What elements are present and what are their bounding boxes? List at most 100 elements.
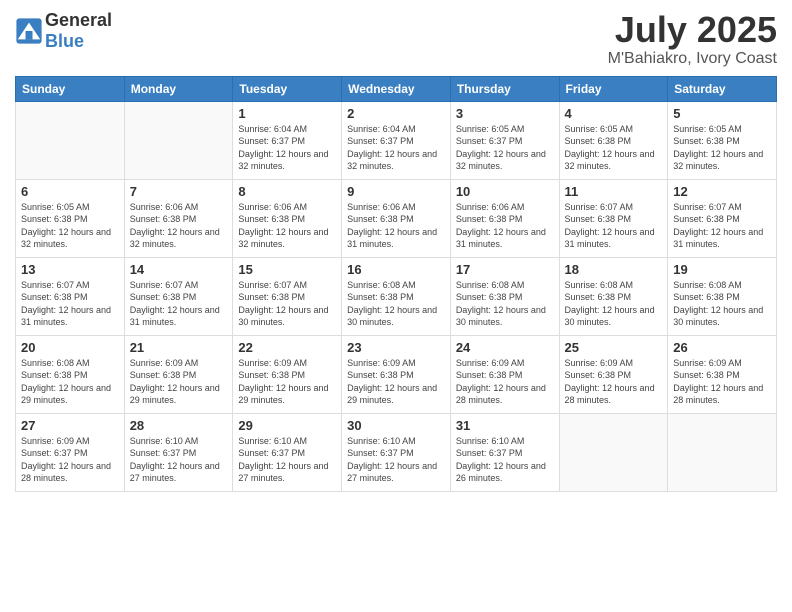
day-number: 15 (238, 262, 336, 277)
title-block: July 2025 M'Bahiakro, Ivory Coast (608, 10, 777, 68)
calendar-cell: 23 Sunrise: 6:09 AMSunset: 6:38 PMDayligh… (342, 335, 451, 413)
day-number: 22 (238, 340, 336, 355)
page: General Blue July 2025 M'Bahiakro, Ivory… (0, 0, 792, 612)
week-row-3: 13 Sunrise: 6:07 AMSunset: 6:38 PMDayligh… (16, 257, 777, 335)
day-number: 30 (347, 418, 445, 433)
day-number: 7 (130, 184, 228, 199)
calendar-cell: 8Sunrise: 6:06 AMSunset: 6:38 PMDaylight… (233, 179, 342, 257)
main-title: July 2025 (608, 10, 777, 50)
day-detail: Sunrise: 6:08 AMSunset: 6:38 PMDaylight:… (347, 279, 445, 329)
header: General Blue July 2025 M'Bahiakro, Ivory… (15, 10, 777, 68)
calendar-cell: 16 Sunrise: 6:08 AMSunset: 6:38 PMDayligh… (342, 257, 451, 335)
calendar-cell: 3Sunrise: 6:05 AMSunset: 6:37 PMDaylight… (450, 101, 559, 179)
day-number: 9 (347, 184, 445, 199)
week-row-5: 27Sunrise: 6:09 AMSunset: 6:37 PMDayligh… (16, 413, 777, 491)
day-number: 8 (238, 184, 336, 199)
calendar-cell: 21Sunrise: 6:09 AMSunset: 6:38 PMDayligh… (124, 335, 233, 413)
calendar-cell: 10 Sunrise: 6:06 AMSunset: 6:38 PMDayligh… (450, 179, 559, 257)
day-detail: Sunrise: 6:10 AMSunset: 6:37 PMDaylight:… (347, 435, 445, 485)
day-number: 29 (238, 418, 336, 433)
day-number: 17 (456, 262, 554, 277)
calendar-cell: 6 Sunrise: 6:05 AMSunset: 6:38 PMDaylight… (16, 179, 125, 257)
day-number: 20 (21, 340, 119, 355)
calendar-cell: 28 Sunrise: 6:10 AMSunset: 6:37 PMDayligh… (124, 413, 233, 491)
logo-icon (15, 17, 43, 45)
logo-text: General Blue (45, 10, 112, 52)
calendar-cell: 30 Sunrise: 6:10 AMSunset: 6:37 PMDayligh… (342, 413, 451, 491)
day-detail: Sunrise: 6:09 AMSunset: 6:38 PMDaylight:… (347, 357, 445, 407)
day-number: 18 (565, 262, 663, 277)
day-detail: Sunrise: 6:08 AMSunset: 6:38 PMDaylight:… (565, 279, 663, 329)
calendar-cell: 12 Sunrise: 6:07 AMSunset: 6:38 PMDayligh… (668, 179, 777, 257)
calendar-cell (124, 101, 233, 179)
calendar: SundayMondayTuesdayWednesdayThursdayFrid… (15, 76, 777, 492)
day-number: 6 (21, 184, 119, 199)
calendar-cell: 5Sunrise: 6:05 AMSunset: 6:38 PMDaylight… (668, 101, 777, 179)
day-number: 28 (130, 418, 228, 433)
calendar-cell: 17 Sunrise: 6:08 AMSunset: 6:38 PMDayligh… (450, 257, 559, 335)
day-detail: Sunrise: 6:07 AMSunset: 6:38 PMDaylight:… (673, 201, 771, 251)
day-number: 1 (238, 106, 336, 121)
calendar-cell: 7 Sunrise: 6:06 AMSunset: 6:38 PMDaylight… (124, 179, 233, 257)
day-detail: Sunrise: 6:08 AMSunset: 6:38 PMDaylight:… (456, 279, 554, 329)
calendar-cell: 11 Sunrise: 6:07 AMSunset: 6:38 PMDayligh… (559, 179, 668, 257)
day-number: 11 (565, 184, 663, 199)
calendar-cell: 25 Sunrise: 6:09 AMSunset: 6:38 PMDayligh… (559, 335, 668, 413)
weekday-header-wednesday: Wednesday (342, 76, 451, 101)
calendar-cell (16, 101, 125, 179)
week-row-4: 20Sunrise: 6:08 AMSunset: 6:38 PMDayligh… (16, 335, 777, 413)
logo-general: General (45, 10, 112, 30)
week-row-1: 1 Sunrise: 6:04 AMSunset: 6:37 PMDaylight… (16, 101, 777, 179)
calendar-cell (668, 413, 777, 491)
day-number: 24 (456, 340, 554, 355)
day-number: 25 (565, 340, 663, 355)
calendar-cell: 27Sunrise: 6:09 AMSunset: 6:37 PMDayligh… (16, 413, 125, 491)
subtitle: M'Bahiakro, Ivory Coast (608, 50, 777, 68)
logo: General Blue (15, 10, 112, 52)
day-detail: Sunrise: 6:05 AMSunset: 6:38 PMDaylight:… (673, 123, 771, 173)
weekday-header-thursday: Thursday (450, 76, 559, 101)
day-detail: Sunrise: 6:07 AMSunset: 6:38 PMDaylight:… (21, 279, 119, 329)
day-number: 19 (673, 262, 771, 277)
calendar-cell: 24Sunrise: 6:09 AMSunset: 6:38 PMDayligh… (450, 335, 559, 413)
day-detail: Sunrise: 6:10 AMSunset: 6:37 PMDaylight:… (130, 435, 228, 485)
calendar-cell: 26 Sunrise: 6:09 AMSunset: 6:38 PMDayligh… (668, 335, 777, 413)
calendar-cell: 22 Sunrise: 6:09 AMSunset: 6:38 PMDayligh… (233, 335, 342, 413)
weekday-header-row: SundayMondayTuesdayWednesdayThursdayFrid… (16, 76, 777, 101)
calendar-cell (559, 413, 668, 491)
day-number: 2 (347, 106, 445, 121)
day-number: 4 (565, 106, 663, 121)
calendar-cell: 2 Sunrise: 6:04 AMSunset: 6:37 PMDaylight… (342, 101, 451, 179)
day-number: 12 (673, 184, 771, 199)
calendar-cell: 1 Sunrise: 6:04 AMSunset: 6:37 PMDaylight… (233, 101, 342, 179)
day-detail: Sunrise: 6:09 AMSunset: 6:37 PMDaylight:… (21, 435, 119, 485)
day-number: 16 (347, 262, 445, 277)
day-detail: Sunrise: 6:09 AMSunset: 6:38 PMDaylight:… (565, 357, 663, 407)
day-number: 21 (130, 340, 228, 355)
day-number: 23 (347, 340, 445, 355)
day-detail: Sunrise: 6:04 AMSunset: 6:37 PMDaylight:… (347, 123, 445, 173)
day-detail: Sunrise: 6:04 AMSunset: 6:37 PMDaylight:… (238, 123, 336, 173)
day-detail: Sunrise: 6:05 AMSunset: 6:38 PMDaylight:… (565, 123, 663, 173)
day-detail: Sunrise: 6:09 AMSunset: 6:38 PMDaylight:… (673, 357, 771, 407)
day-detail: Sunrise: 6:10 AMSunset: 6:37 PMDaylight:… (456, 435, 554, 485)
calendar-cell: 13 Sunrise: 6:07 AMSunset: 6:38 PMDayligh… (16, 257, 125, 335)
week-row-2: 6 Sunrise: 6:05 AMSunset: 6:38 PMDaylight… (16, 179, 777, 257)
day-number: 31 (456, 418, 554, 433)
day-number: 13 (21, 262, 119, 277)
day-detail: Sunrise: 6:05 AMSunset: 6:38 PMDaylight:… (21, 201, 119, 251)
day-detail: Sunrise: 6:09 AMSunset: 6:38 PMDaylight:… (238, 357, 336, 407)
day-detail: Sunrise: 6:10 AMSunset: 6:37 PMDaylight:… (238, 435, 336, 485)
day-detail: Sunrise: 6:06 AMSunset: 6:38 PMDaylight:… (456, 201, 554, 251)
day-detail: Sunrise: 6:08 AMSunset: 6:38 PMDaylight:… (673, 279, 771, 329)
day-detail: Sunrise: 6:07 AMSunset: 6:38 PMDaylight:… (565, 201, 663, 251)
day-detail: Sunrise: 6:06 AMSunset: 6:38 PMDaylight:… (130, 201, 228, 251)
weekday-header-saturday: Saturday (668, 76, 777, 101)
day-number: 26 (673, 340, 771, 355)
day-number: 3 (456, 106, 554, 121)
calendar-cell: 20Sunrise: 6:08 AMSunset: 6:38 PMDayligh… (16, 335, 125, 413)
day-number: 10 (456, 184, 554, 199)
day-detail: Sunrise: 6:07 AMSunset: 6:38 PMDaylight:… (130, 279, 228, 329)
calendar-cell: 31 Sunrise: 6:10 AMSunset: 6:37 PMDayligh… (450, 413, 559, 491)
calendar-cell: 14Sunrise: 6:07 AMSunset: 6:38 PMDayligh… (124, 257, 233, 335)
